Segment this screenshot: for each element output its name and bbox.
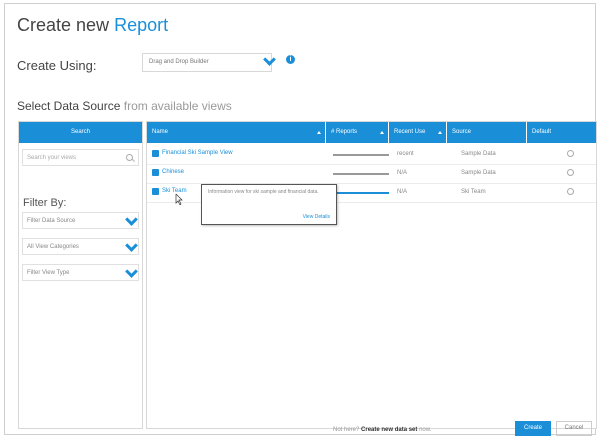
filter-view-type-select[interactable]: Filter View Type	[22, 264, 139, 281]
column-default-label: Default	[532, 129, 552, 135]
source: Sample Data	[461, 170, 496, 176]
column-reports[interactable]: # Reports	[326, 122, 389, 143]
view-tooltip: Information view for ski sample and fina…	[201, 184, 337, 225]
search-placeholder: Search your views	[27, 155, 77, 161]
table-row[interactable]: Chinese N/A Sample Data	[147, 164, 596, 184]
search-icon[interactable]	[126, 154, 133, 161]
section-title: Select Data Source from available views	[17, 99, 232, 113]
cancel-button-label: Cancel	[564, 425, 584, 431]
view-icon	[152, 150, 159, 157]
recent-use: recent	[397, 151, 414, 157]
info-icon[interactable]: i	[286, 55, 295, 64]
column-name-label: Name	[152, 129, 169, 135]
sort-icon[interactable]	[438, 131, 442, 134]
create-data-set-link[interactable]: Create new data set	[361, 427, 417, 433]
view-icon	[152, 169, 159, 176]
view-icon	[152, 188, 159, 195]
filter-view-categories-label: All View Categories	[27, 244, 79, 250]
column-recent-use[interactable]: Recent Use	[389, 122, 447, 143]
create-using-value: Drag and Drop Builder	[149, 59, 209, 65]
column-reports-label: # Reports	[331, 129, 358, 135]
column-source[interactable]: Source	[447, 122, 527, 143]
footer-text: Not here? Create new data set now.	[333, 427, 431, 433]
column-name[interactable]: Name	[147, 122, 326, 143]
reports-bar	[333, 192, 389, 194]
default-radio[interactable]	[567, 169, 574, 176]
create-button[interactable]: Create	[515, 421, 551, 436]
source: Ski Team	[461, 189, 486, 195]
filter-data-source-select[interactable]: Filter Data Source	[22, 212, 139, 229]
views-table: Name # Reports Recent Use Source Default…	[146, 121, 597, 429]
reports-bar	[333, 173, 389, 175]
table-row[interactable]: Financial Ski Sample View recent Sample …	[147, 145, 596, 165]
column-default[interactable]: Default	[527, 122, 596, 143]
create-using-label: Create Using:	[17, 58, 97, 73]
default-radio[interactable]	[567, 150, 574, 157]
cancel-button[interactable]: Cancel	[556, 421, 592, 436]
filter-view-type-label: Filter View Type	[27, 270, 70, 276]
section-title-primary: Select Data Source	[17, 99, 121, 113]
column-source-label: Source	[452, 129, 472, 135]
sort-icon[interactable]	[380, 131, 384, 134]
recent-use: N/A	[397, 170, 408, 176]
create-using-select[interactable]: Drag and Drop Builder	[142, 53, 272, 72]
left-panel-header: Search	[19, 122, 142, 143]
default-radio[interactable]	[567, 188, 574, 195]
reports-bar	[333, 154, 389, 156]
dialog-frame: Create new Report Create Using: Drag and…	[4, 3, 597, 436]
search-input[interactable]: Search your views	[22, 149, 139, 166]
create-button-label: Create	[523, 425, 542, 431]
filter-title: Filter By:	[23, 197, 67, 209]
title-prefix: Create new	[17, 15, 110, 35]
source: Sample Data	[461, 151, 496, 157]
view-name-link[interactable]: Chinese	[162, 169, 184, 175]
filter-view-categories-select[interactable]: All View Categories	[22, 238, 139, 255]
table-header: Name # Reports Recent Use Source Default	[147, 122, 596, 143]
recent-use: N/A	[397, 189, 408, 195]
left-panel: Search Search your views Filter By: Filt…	[18, 121, 143, 429]
view-details-link[interactable]: View Details	[303, 214, 330, 220]
footer-suffix: now.	[419, 427, 432, 433]
section-title-secondary: from available views	[123, 99, 232, 113]
title-accent: Report	[114, 15, 169, 35]
page-title: Create new Report	[17, 15, 168, 36]
cursor-icon	[175, 194, 183, 205]
footer-prefix: Not here?	[333, 427, 360, 433]
view-name-link[interactable]: Financial Ski Sample View	[162, 150, 233, 156]
sort-icon[interactable]	[317, 131, 321, 134]
filter-data-source-label: Filter Data Source	[27, 218, 76, 224]
column-recent-use-label: Recent Use	[394, 129, 426, 135]
tooltip-text: Information view for ski sample and fina…	[208, 189, 319, 195]
